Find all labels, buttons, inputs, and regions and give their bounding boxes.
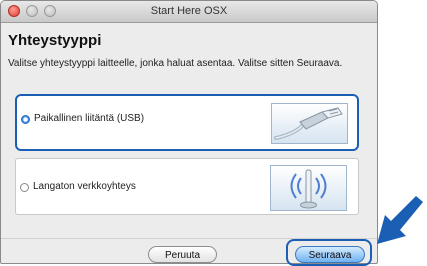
- option-wireless[interactable]: Langaton verkkoyhteys: [15, 158, 359, 215]
- next-button-highlight: [286, 239, 372, 266]
- option-usb[interactable]: Paikallinen liitäntä (USB): [15, 94, 359, 151]
- pointer-arrow-icon: [377, 196, 423, 244]
- window-title: Start Here OSX: [150, 5, 228, 17]
- title-bar: Start Here OSX: [1, 1, 377, 23]
- usb-option-label[interactable]: Paikallinen liitäntä (USB): [34, 113, 144, 124]
- usb-cable-icon: [271, 103, 348, 144]
- wireless-signal-icon: [270, 165, 347, 211]
- cancel-button[interactable]: Peruuta: [148, 246, 217, 263]
- page-title: Yhteystyyppi: [8, 32, 102, 49]
- usb-radio-button[interactable]: [21, 115, 30, 124]
- installer-window: Start Here OSX Yhteystyyppi Valitse yhte…: [0, 0, 378, 264]
- instruction-text: Valitse yhteystyyppi laitteelle, jonka h…: [8, 58, 343, 69]
- wireless-radio-button[interactable]: [20, 183, 29, 192]
- wireless-option-label[interactable]: Langaton verkkoyhteys: [33, 181, 136, 192]
